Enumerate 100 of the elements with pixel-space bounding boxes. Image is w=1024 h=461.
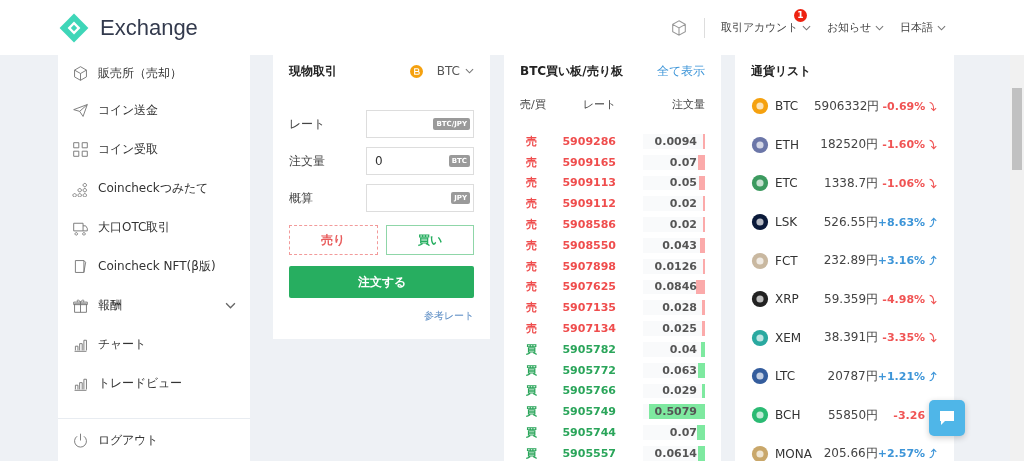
table-cell: 0.04 xyxy=(669,342,697,356)
table-cell-text: 売 xyxy=(525,238,538,252)
price-change: +1.21% xyxy=(877,369,926,383)
coin-price: 59.359円 xyxy=(823,290,879,308)
sidebar-item[interactable]: コイン送金 xyxy=(58,91,250,130)
table-cell-text: 売 xyxy=(525,155,538,169)
scrollbar[interactable] xyxy=(1010,55,1024,461)
table-cell-text: 5907898 xyxy=(561,259,616,273)
card-icon xyxy=(72,258,89,275)
table-cell-text: 5909112 xyxy=(561,197,616,211)
gift-icon xyxy=(72,297,89,314)
coin-icon xyxy=(751,97,769,116)
coin-price: 38.391円 xyxy=(823,329,879,347)
table-cell: 0.02 xyxy=(669,218,697,232)
table-cell: 0.0846 xyxy=(654,280,697,294)
bitcoin-icon xyxy=(409,64,423,78)
price-change: -4.98% xyxy=(882,292,926,306)
sidebar-item[interactable]: 報酬 xyxy=(58,286,250,325)
logo-text: Exchange xyxy=(100,14,198,41)
field-label: 概算 xyxy=(289,189,313,207)
trend-down-icon xyxy=(928,332,938,344)
coin-price: 232.89円 xyxy=(822,252,878,270)
table-cell-text: 売 xyxy=(525,301,538,315)
price-change: +3.16% xyxy=(877,254,926,268)
coin-icon xyxy=(751,328,769,347)
coin-icon xyxy=(751,251,769,270)
coin-price: 1338.7円 xyxy=(823,175,879,192)
trend-down-icon xyxy=(928,293,938,305)
table-cell-text: 5909286 xyxy=(561,134,616,148)
table-cell: 0.5079 xyxy=(654,405,697,419)
sidebar-item[interactable]: Coincheck NFT(β版) xyxy=(58,247,250,286)
trend-up-icon xyxy=(928,216,938,228)
column-header: 売/買 xyxy=(520,96,547,112)
cube-icon[interactable] xyxy=(670,18,688,37)
coin-symbol: LSK xyxy=(774,215,799,230)
table-cell-text: 5908586 xyxy=(561,218,616,232)
table-cell-text: 買 xyxy=(525,384,538,398)
sidebar-item[interactable]: トレードビュー xyxy=(58,364,250,403)
notification-badge: 1 xyxy=(794,9,807,22)
price-change: -3.26 xyxy=(893,408,926,422)
coin-icon xyxy=(751,367,769,386)
table-cell-text: 売 xyxy=(525,218,538,232)
card-title: BTC買い板/売り板 xyxy=(520,62,623,80)
price-change: -1.60% xyxy=(882,138,926,152)
table-cell-text: 買 xyxy=(525,405,538,419)
trend-up-icon xyxy=(928,370,938,382)
field-label: 注文量 xyxy=(289,152,325,170)
nav-menu[interactable]: 日本語 xyxy=(900,18,946,37)
sidebar-item[interactable]: 販売所（売却） xyxy=(58,55,250,91)
coin-symbol: ETH xyxy=(774,137,800,152)
table-cell: 0.07 xyxy=(669,155,697,169)
logout-item[interactable]: ログアウト xyxy=(58,418,250,461)
coin-symbol: FCT xyxy=(774,253,799,268)
card-title: 現物取引 xyxy=(289,62,337,80)
coin-price: 20787円 xyxy=(826,367,878,385)
coin-symbol: ETC xyxy=(774,176,799,191)
chevron-down-icon[interactable] xyxy=(225,302,236,309)
chevron-down-icon xyxy=(875,24,884,31)
nav-menu[interactable]: お知らせ xyxy=(827,18,884,37)
coin-icon xyxy=(751,290,769,309)
price-change: -3.35% xyxy=(882,331,926,345)
trend-up-icon xyxy=(928,448,938,460)
sell-button[interactable]: 売り xyxy=(289,225,378,255)
table-cell-text: 買 xyxy=(525,446,538,460)
table-cell-text: 売 xyxy=(525,280,538,294)
trend-down-icon xyxy=(928,178,938,189)
trend-down-icon xyxy=(928,139,938,151)
table-cell-text: 5905766 xyxy=(561,384,616,398)
table-cell-text: 5907134 xyxy=(561,322,616,336)
coin-price: 526.55円 xyxy=(822,213,878,231)
price-change: +8.63% xyxy=(877,215,926,229)
table-cell-text: 5905744 xyxy=(561,426,616,440)
coin-icon xyxy=(751,406,769,425)
table-cell-text: 買 xyxy=(525,363,538,377)
chat-button[interactable] xyxy=(929,400,965,436)
coin-icon xyxy=(751,213,769,232)
sidebar-item[interactable]: チャート xyxy=(58,325,250,364)
reference-rate-link[interactable]: 参考レート xyxy=(424,309,474,323)
coin-symbol: BTC xyxy=(774,99,800,114)
sidebar-item[interactable]: Coincheckつみたて xyxy=(58,169,250,208)
coin-symbol: MONA xyxy=(774,446,813,461)
sidebar-item[interactable]: コイン受取 xyxy=(58,130,250,169)
sidebar-item[interactable]: 大口OTC取引 xyxy=(58,208,250,247)
table-cell: 0.05 xyxy=(669,176,697,190)
table-cell-text: 5905772 xyxy=(561,363,616,377)
coin-price: 182520円 xyxy=(819,136,879,154)
paper-plane-icon xyxy=(72,102,89,119)
coin-symbol: XRP xyxy=(774,292,800,307)
field-label: レート xyxy=(289,115,325,133)
table-cell: 0.02 xyxy=(669,197,697,211)
table-cell-text: 売 xyxy=(525,197,538,211)
table-cell-text: 5907135 xyxy=(561,301,616,315)
table-cell-text: 5909113 xyxy=(561,176,616,190)
price-change: -0.69% xyxy=(882,99,926,113)
price-change: +2.57% xyxy=(877,447,926,461)
trend-up-icon xyxy=(928,255,938,267)
table-cell: 0.07 xyxy=(669,426,697,440)
coin-price: 55850円 xyxy=(826,406,879,424)
coin-selector[interactable]: BTC xyxy=(436,64,474,78)
table-cell-text: 売 xyxy=(525,322,538,336)
